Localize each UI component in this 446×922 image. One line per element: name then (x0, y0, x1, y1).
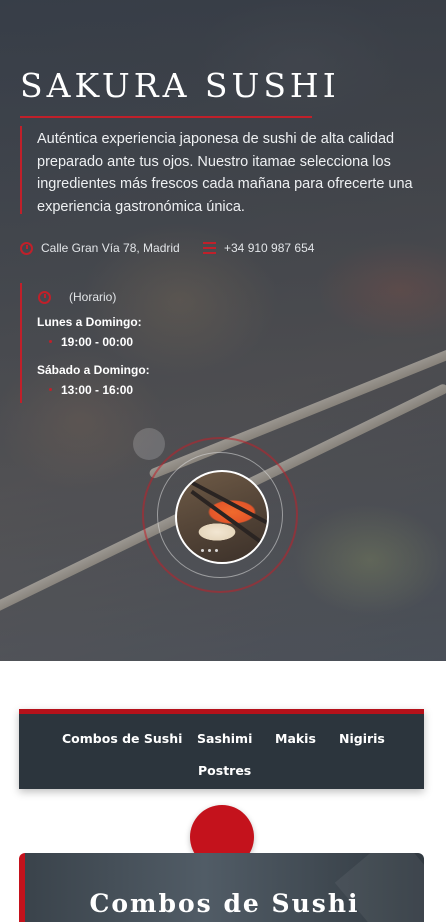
nav-item-sashimi[interactable]: Sashimi (197, 731, 252, 746)
hero-section: SAKURA SUSHI Auténtica experiencia japon… (0, 0, 446, 661)
featured-dish-image[interactable] (175, 470, 269, 564)
hours-day: Lunes a Domingo: (37, 315, 142, 329)
restaurant-description: Auténtica experiencia japonesa de sushi … (37, 131, 413, 215)
bokeh-light (133, 428, 165, 460)
hours-label: (Horario) (69, 290, 117, 304)
hours-time: 13:00 - 16:00 (61, 383, 134, 397)
hours-day: Sábado a Domingo: (37, 363, 150, 377)
nav-item-postres[interactable]: Postres (198, 763, 251, 778)
restaurant-title: SAKURA SUSHI (20, 66, 340, 105)
bullet-dot (49, 340, 52, 343)
hours-time: 19:00 - 00:00 (61, 335, 134, 349)
clock-icon (38, 290, 51, 304)
section-title: Combos de Sushi (89, 889, 360, 918)
menu-category-nav: Combos de Sushi Sashimi Makis Nigiris Po… (19, 709, 424, 789)
hours-accent-bar (20, 283, 22, 403)
nav-item-makis[interactable]: Makis (275, 731, 316, 746)
hours-header: (Horario) (38, 290, 116, 304)
phone-text[interactable]: +34 910 987 654 (224, 241, 314, 255)
phone-info[interactable]: +34 910 987 654 (203, 241, 314, 255)
carousel-dots[interactable] (201, 549, 218, 552)
bullet-dot (49, 388, 52, 391)
title-underline (20, 116, 312, 118)
address-info: Calle Gran Vía 78, Madrid (20, 241, 180, 255)
section-header-card: Combos de Sushi (19, 853, 424, 922)
nav-item-combos[interactable]: Combos de Sushi (62, 731, 182, 746)
address-text: Calle Gran Vía 78, Madrid (41, 241, 180, 255)
phone-icon (203, 242, 216, 254)
description-accent-bar (20, 126, 22, 214)
location-icon (20, 241, 33, 255)
nav-item-nigiris[interactable]: Nigiris (339, 731, 385, 746)
